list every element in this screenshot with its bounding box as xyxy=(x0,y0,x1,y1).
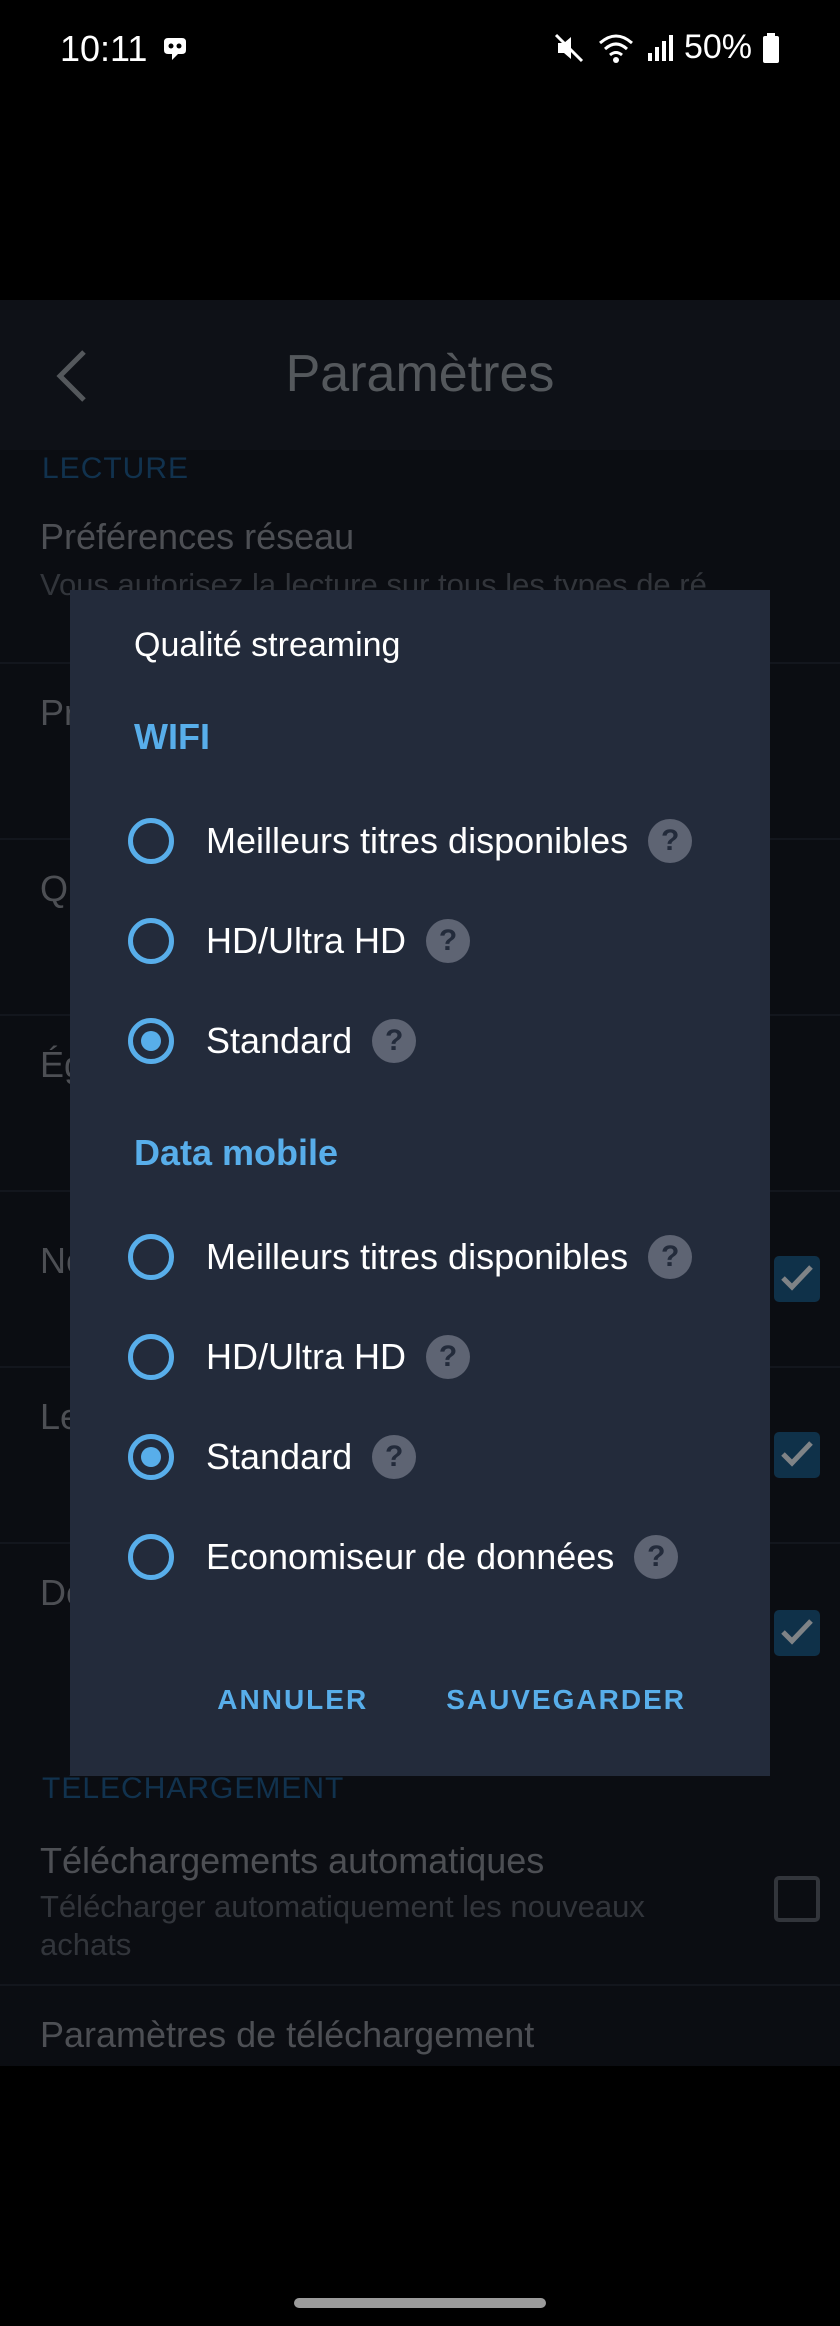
status-bar: 10:11 50% xyxy=(0,0,840,100)
status-time: 10:11 xyxy=(60,28,148,69)
wifi-option-standard[interactable]: Standard ? xyxy=(128,1008,417,1074)
streaming-quality-dialog: Qualité streaming WIFI Meilleurs titres … xyxy=(70,590,770,1776)
option-label: Economiseur de données xyxy=(206,1536,615,1577)
radio-button[interactable] xyxy=(128,918,174,964)
wifi-option-best[interactable]: Meilleurs titres disponibles ? xyxy=(128,808,693,874)
option-label: HD/Ultra HD xyxy=(206,1336,407,1377)
save-button[interactable]: SAUVEGARDER xyxy=(446,1684,686,1716)
mobile-option-standard[interactable]: Standard ? xyxy=(128,1424,417,1490)
mobile-option-best[interactable]: Meilleurs titres disponibles ? xyxy=(128,1224,693,1290)
help-icon[interactable]: ? xyxy=(648,819,693,863)
battery-icon xyxy=(763,32,779,63)
cancel-button[interactable]: ANNULER xyxy=(217,1684,368,1716)
mobile-group-title: Data mobile xyxy=(134,1132,339,1173)
radio-button[interactable] xyxy=(128,1334,174,1380)
option-label: HD/Ultra HD xyxy=(206,920,407,961)
status-icons: 50% xyxy=(552,28,780,67)
mobile-option-data-saver[interactable]: Economiseur de données ? xyxy=(128,1524,679,1590)
option-label: Standard xyxy=(206,1020,353,1061)
option-label: Meilleurs titres disponibles xyxy=(206,1236,629,1277)
wifi-icon xyxy=(598,34,633,63)
game-controller-icon xyxy=(164,38,186,60)
help-icon[interactable]: ? xyxy=(426,1335,471,1379)
help-icon[interactable]: ? xyxy=(372,1019,417,1063)
wifi-group-title: WIFI xyxy=(134,716,210,757)
signal-icon xyxy=(647,34,673,61)
help-icon[interactable]: ? xyxy=(372,1435,417,1479)
option-label: Standard xyxy=(206,1436,353,1477)
option-label: Meilleurs titres disponibles xyxy=(206,820,629,861)
gesture-nav-handle[interactable] xyxy=(294,2298,546,2308)
mute-icon xyxy=(554,33,583,62)
battery-percentage: 50% xyxy=(683,28,752,66)
radio-button[interactable] xyxy=(128,1534,174,1580)
radio-button-selected[interactable] xyxy=(128,1018,174,1064)
help-icon[interactable]: ? xyxy=(648,1235,693,1279)
wifi-option-hd[interactable]: HD/Ultra HD ? xyxy=(128,908,471,974)
dialog-actions: ANNULER SAUVEGARDER xyxy=(217,1684,686,1716)
radio-button[interactable] xyxy=(128,818,174,864)
help-icon[interactable]: ? xyxy=(426,919,471,963)
help-icon[interactable]: ? xyxy=(634,1535,679,1579)
mobile-option-hd[interactable]: HD/Ultra HD ? xyxy=(128,1324,471,1390)
radio-button[interactable] xyxy=(128,1234,174,1280)
dialog-title: Qualité streaming xyxy=(134,626,401,664)
radio-button-selected[interactable] xyxy=(128,1434,174,1480)
